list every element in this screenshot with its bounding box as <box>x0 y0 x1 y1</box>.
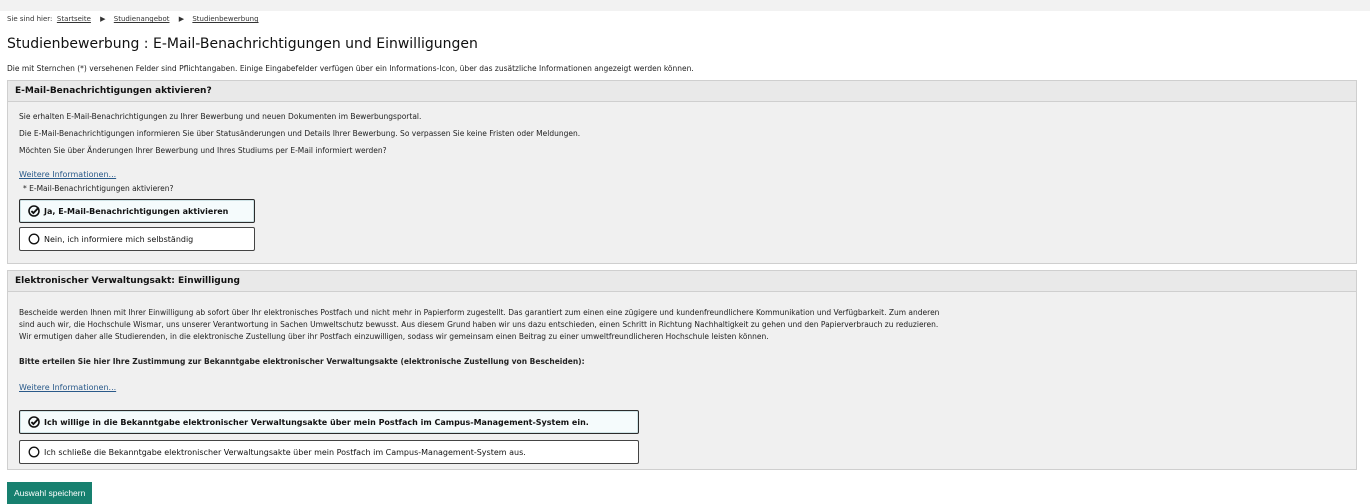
consent-option-decline-label: Ich schließe die Bekanntgabe elektronisc… <box>44 447 526 457</box>
email-notification-section: E-Mail-Benachrichtigungen aktivieren? Si… <box>7 80 1357 264</box>
circle-icon <box>28 446 40 458</box>
consent-prompt: Bitte erteilen Sie hier Ihre Zustimmung … <box>19 357 585 366</box>
breadcrumb-item-studienangebot[interactable]: Studienangebot <box>114 15 170 23</box>
check-circle-icon <box>28 205 40 217</box>
consent-section-paragraph: sind auch wir, die Hochschule Wismar, un… <box>19 320 939 329</box>
email-section-paragraph: Sie erhalten E-Mail-Benachrichtigungen z… <box>19 112 422 121</box>
breadcrumb-item-studienbewerbung[interactable]: Studienbewerbung <box>192 15 258 23</box>
consent-section-paragraph: Wir ermutigen daher alle Studierenden, i… <box>19 332 769 341</box>
page: Sie sind hier: Startseite ▶ Studienangeb… <box>0 0 1370 504</box>
required-fields-note: Die mit Sternchen (*) versehenen Felder … <box>7 64 694 73</box>
breadcrumb-prefix: Sie sind hier: <box>7 15 53 23</box>
consent-section-header: Elektronischer Verwaltungsakt: Einwillig… <box>8 271 1356 292</box>
electronic-consent-section: Elektronischer Verwaltungsakt: Einwillig… <box>7 270 1357 470</box>
email-option-yes-label: Ja, E-Mail-Benachrichtigungen aktivieren <box>44 206 229 216</box>
email-section-paragraph: Möchten Sie über Änderungen Ihrer Bewerb… <box>19 146 387 155</box>
check-circle-icon <box>28 416 40 428</box>
email-option-yes[interactable]: Ja, E-Mail-Benachrichtigungen aktivieren <box>19 199 255 223</box>
breadcrumb-item-startseite[interactable]: Startseite <box>57 15 91 23</box>
email-section-header: E-Mail-Benachrichtigungen aktivieren? <box>8 81 1356 102</box>
save-selection-button[interactable]: Auswahl speichern <box>7 482 93 504</box>
email-section-paragraph: Die E-Mail-Benachrichtigungen informiere… <box>19 129 581 138</box>
consent-option-accept[interactable]: Ich willige in die Bekanntgabe elektroni… <box>19 410 639 434</box>
consent-more-info-link[interactable]: Weitere Informationen... <box>19 383 116 392</box>
consent-section-paragraph: Bescheide werden Ihnen mit Ihrer Einwill… <box>19 308 940 317</box>
page-title: Studienbewerbung : E-Mail-Benachrichtigu… <box>7 36 478 52</box>
breadcrumb: Sie sind hier: Startseite ▶ Studienangeb… <box>7 15 259 23</box>
consent-option-accept-label: Ich willige in die Bekanntgabe elektroni… <box>44 417 589 427</box>
triangle-right-icon: ▶ <box>178 15 185 23</box>
circle-icon <box>28 233 40 245</box>
email-field-label: * E-Mail-Benachrichtigungen aktivieren? <box>23 184 174 193</box>
triangle-right-icon: ▶ <box>100 15 106 23</box>
email-option-no[interactable]: Nein, ich informiere mich selbständig <box>19 227 255 251</box>
consent-option-decline[interactable]: Ich schließe die Bekanntgabe elektronisc… <box>19 440 639 464</box>
email-option-no-label: Nein, ich informiere mich selbständig <box>44 234 194 244</box>
top-strip <box>0 0 1370 11</box>
email-more-info-link[interactable]: Weitere Informationen... <box>19 170 116 179</box>
